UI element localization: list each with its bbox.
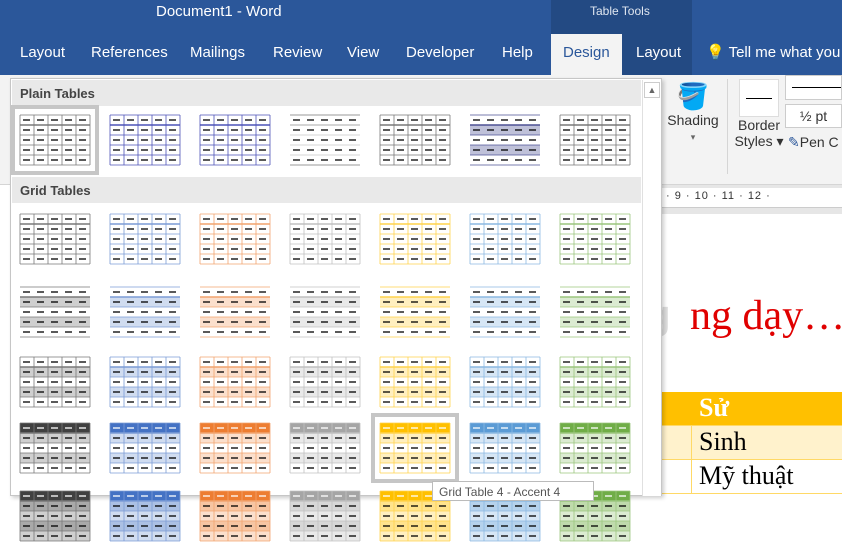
table-style-plain-1[interactable]: [11, 105, 99, 175]
table-style-grid-4-accent-0[interactable]: [19, 421, 91, 475]
style-tooltip: Grid Table 4 - Accent 4: [432, 481, 594, 501]
table-style-grid-5-accent-1[interactable]: [109, 489, 181, 543]
table-style-grid-4-accent-1[interactable]: [109, 421, 181, 475]
table-style-grid-1-accent-1[interactable]: [109, 212, 181, 266]
table-style-grid-1-accent-6[interactable]: [559, 212, 631, 266]
tab-mailings[interactable]: Mailings: [190, 44, 245, 61]
border-styles-label: Styles ▾: [734, 133, 784, 149]
pen-color-button[interactable]: ✎Pen C: [788, 134, 839, 151]
ruler[interactable]: · 9 · 10 · 11 · 12 ·: [662, 188, 842, 208]
table-style-grid-5-accent-3[interactable]: [289, 489, 361, 543]
table-style-grid-1-accent-3[interactable]: [289, 212, 361, 266]
table-style-grid-4-accent-6[interactable]: [559, 421, 631, 475]
table-style-grid-3-accent-2[interactable]: [199, 355, 271, 409]
table-cell: [662, 426, 692, 459]
tab-table-layout[interactable]: Layout: [636, 44, 681, 61]
pen-color-label: Pen C: [799, 134, 839, 150]
tab-review[interactable]: Review: [273, 44, 322, 61]
table-style-plain-5[interactable]: [379, 113, 451, 167]
table-cell-text: Mỹ thuật: [699, 461, 794, 490]
tell-me-text: Tell me what you: [728, 44, 841, 61]
table-style-grid-1-accent-2[interactable]: [199, 212, 271, 266]
table-style-plain-2[interactable]: [109, 113, 181, 167]
tell-me-box[interactable]: 💡 Tell me what you: [706, 43, 840, 61]
table-style-grid-4-accent-2[interactable]: [199, 421, 271, 475]
table-style-grid-2-accent-1[interactable]: [109, 285, 181, 339]
table-style-grid-2-accent-4[interactable]: [379, 285, 451, 339]
window-title: Document1 - Word: [156, 3, 282, 20]
pen-icon: ✎: [788, 134, 800, 150]
table-cell-text: Sinh: [699, 427, 747, 456]
line-style-dropdown[interactable]: [785, 75, 842, 100]
table-tools-label: Table Tools: [590, 4, 650, 18]
tab-help[interactable]: Help: [502, 44, 533, 61]
table-style-grid-3-accent-3[interactable]: [289, 355, 361, 409]
table-style-grid-4-accent-4[interactable]: [371, 413, 459, 483]
lightbulb-icon: 💡: [706, 44, 725, 61]
border-styles-button[interactable]: Border Styles ▾: [734, 79, 784, 150]
table-style-plain-6[interactable]: [469, 113, 541, 167]
shading-button[interactable]: 🪣 Shading ▾: [666, 81, 720, 143]
chevron-down-icon: ▾: [690, 132, 696, 142]
table-style-grid-3-accent-6[interactable]: [559, 355, 631, 409]
table-style-grid-5-accent-2[interactable]: [199, 489, 271, 543]
table-style-grid-2-accent-5[interactable]: [469, 285, 541, 339]
table-style-grid-5-accent-0[interactable]: [19, 489, 91, 543]
table-header-row[interactable]: Sử: [662, 392, 842, 426]
table-cell: [662, 460, 692, 493]
divider: [727, 79, 728, 174]
tab-references[interactable]: References: [91, 44, 168, 61]
table-style-grid-4-accent-3[interactable]: [289, 421, 361, 475]
tab-layout[interactable]: Layout: [20, 44, 65, 61]
table-style-plain-4[interactable]: [289, 113, 361, 167]
table-styles-gallery: Plain Tables Grid Tables ▲: [10, 78, 662, 542]
pen-weight-dropdown[interactable]: ½ pt: [785, 104, 842, 128]
border-label: Border: [737, 117, 781, 133]
section-plain-tables: Plain Tables: [12, 80, 641, 106]
table-style-grid-2-accent-3[interactable]: [289, 285, 361, 339]
table-style-grid-3-accent-4[interactable]: [379, 355, 451, 409]
table-row[interactable]: Mỹ thuật: [662, 460, 842, 494]
section-grid-tables: Grid Tables: [12, 177, 641, 203]
border-line-icon: [739, 79, 779, 117]
paint-bucket-icon: 🪣: [676, 81, 710, 111]
gallery-scrollbar[interactable]: ▲: [642, 80, 661, 496]
table-style-grid-2-accent-6[interactable]: [559, 285, 631, 339]
table-style-grid-1-accent-0[interactable]: [19, 212, 91, 266]
table-style-grid-4-accent-5[interactable]: [469, 421, 541, 475]
table-style-grid-1-accent-5[interactable]: [469, 212, 541, 266]
title-bar: Document1 - Word: [0, 0, 842, 36]
tab-view[interactable]: View: [347, 44, 379, 61]
table-style-grid-3-accent-0[interactable]: [19, 355, 91, 409]
table-style-grid-2-accent-2[interactable]: [199, 285, 271, 339]
table-style-plain-3[interactable]: [199, 113, 271, 167]
table-style-grid-3-accent-1[interactable]: [109, 355, 181, 409]
shading-label: Shading: [667, 112, 719, 128]
table-style-grid-2-accent-0[interactable]: [19, 285, 91, 339]
header-cell: Sử: [699, 393, 730, 422]
document-heading: ng dạy…: [690, 293, 842, 339]
table-style-grid-1-accent-4[interactable]: [379, 212, 451, 266]
scroll-up-arrow-icon[interactable]: ▲: [644, 82, 660, 98]
table-style-grid-3-accent-5[interactable]: [469, 355, 541, 409]
table-row[interactable]: Sinh: [662, 426, 842, 460]
table-style-plain-7[interactable]: [559, 113, 631, 167]
tab-developer[interactable]: Developer: [406, 44, 474, 61]
tab-design[interactable]: Design: [551, 34, 622, 75]
